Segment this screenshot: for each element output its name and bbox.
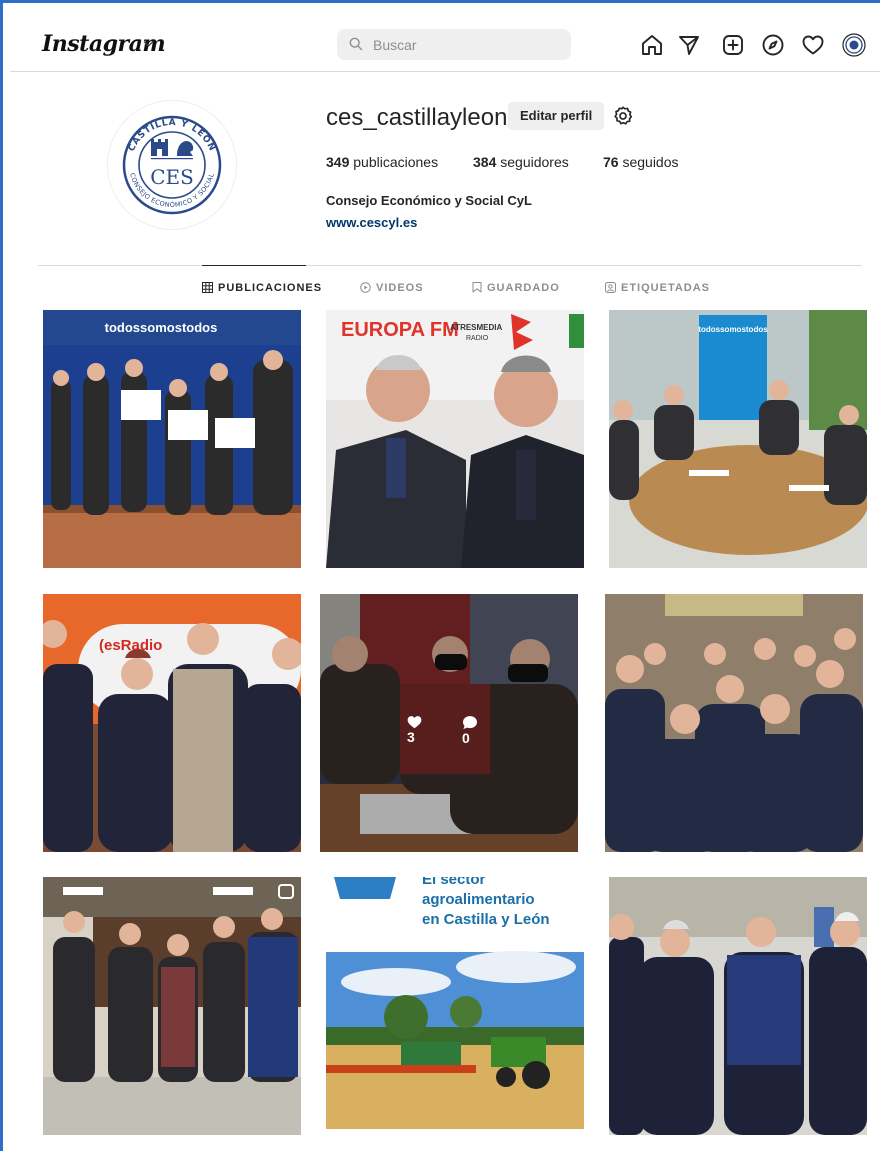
heart-icon <box>407 716 422 729</box>
tab-publicaciones[interactable]: PUBLICACIONES <box>202 282 322 294</box>
comment-icon <box>463 716 477 730</box>
post-image <box>43 877 301 1135</box>
likes-stat: 3 <box>407 715 422 745</box>
tile-title-line-3: en Castilla y León <box>422 911 550 928</box>
search-input[interactable] <box>373 29 563 60</box>
top-nav-bar: Instagram <box>10 17 880 72</box>
esradio-logo: (esRadio <box>99 637 162 654</box>
play-circle-icon <box>360 282 371 293</box>
post-tile[interactable] <box>605 594 863 852</box>
post-tile[interactable] <box>43 877 301 1135</box>
settings-icon[interactable] <box>612 105 634 127</box>
post-image <box>605 594 863 852</box>
profile-username: ces_castillayleon <box>326 104 508 131</box>
direct-icon[interactable] <box>677 33 701 57</box>
post-image: EUROPA FM ATRESMEDIA RADIO <box>326 310 584 568</box>
window-border-top <box>0 0 880 3</box>
grid-icon <box>202 282 213 293</box>
banner-text: todossomostodos <box>698 325 768 334</box>
banner-text: todossomostodos <box>105 320 218 335</box>
post-tile[interactable]: (esRadio <box>43 594 301 852</box>
window-border-left <box>0 0 3 1151</box>
europafm-logo: EUROPA FM <box>341 319 459 341</box>
search-box[interactable] <box>337 29 571 60</box>
tabs-divider <box>38 265 862 266</box>
edit-profile-button[interactable]: Editar perfil <box>508 102 605 130</box>
atresmedia-logo: ATRESMEDIA <box>450 323 503 332</box>
post-image: todossomostodos <box>609 310 867 568</box>
post-image: (esRadio <box>43 594 301 852</box>
search-icon <box>349 37 363 51</box>
tab-videos[interactable]: VIDEOS <box>360 282 424 294</box>
profile-full-name: Consejo Económico y Social CyL <box>326 193 532 208</box>
tile-title-line-1: El sector <box>422 877 486 888</box>
post-tile[interactable] <box>609 877 867 1135</box>
tab-guardado[interactable]: GUARDADO <box>472 282 560 294</box>
ces-logo-text: CES <box>150 165 194 189</box>
post-image: El sector agroalimentario en Castilla y … <box>326 877 584 1129</box>
post-tile[interactable]: todossomostodos <box>609 310 867 568</box>
comments-stat: 0 <box>462 715 478 746</box>
activity-heart-icon[interactable] <box>801 33 825 57</box>
post-tile[interactable]: El sector agroalimentario en Castilla y … <box>326 877 584 1129</box>
post-image: todossomostodos <box>43 310 301 568</box>
bookmark-icon <box>472 282 482 293</box>
hover-overlay <box>320 594 578 852</box>
chevron-down-icon[interactable] <box>143 37 154 51</box>
post-tile[interactable]: todossomostodos <box>43 310 301 568</box>
followers-count-stat[interactable]: 384 seguidores <box>473 154 569 170</box>
post-image <box>609 877 867 1135</box>
home-icon[interactable] <box>640 33 664 57</box>
active-tab-indicator <box>202 265 306 266</box>
ces-logo-icon: CASTILLA Y LEÓN CONSEJO ECONÓMICO Y SOCI… <box>122 115 222 215</box>
tab-etiquetadas[interactable]: ETIQUETADAS <box>605 282 710 294</box>
post-tile-hovered[interactable]: 3 0 <box>320 594 578 852</box>
following-count-stat[interactable]: 76 seguidos <box>603 154 679 170</box>
profile-avatar[interactable] <box>842 33 866 57</box>
post-tile[interactable]: EUROPA FM ATRESMEDIA RADIO <box>326 310 584 568</box>
tagged-user-icon <box>605 282 616 293</box>
posts-count-stat[interactable]: 349 publicaciones <box>326 154 438 170</box>
atresmedia-radio: RADIO <box>466 335 489 342</box>
new-post-icon[interactable] <box>721 33 745 57</box>
profile-picture[interactable]: CASTILLA Y LEÓN CONSEJO ECONÓMICO Y SOCI… <box>107 100 237 230</box>
explore-icon[interactable] <box>761 33 785 57</box>
tile-title-line-2: agroalimentario <box>422 891 535 908</box>
profile-website-link[interactable]: www.cescyl.es <box>326 215 417 230</box>
